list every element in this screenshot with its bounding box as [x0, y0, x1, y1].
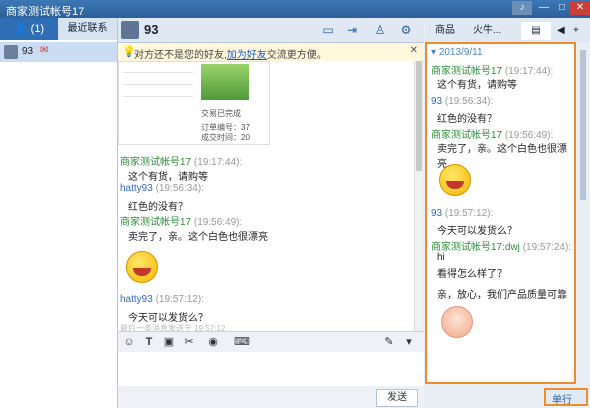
card-line — [123, 84, 193, 85]
scroll-thumb[interactable] — [580, 50, 586, 200]
card-line — [123, 72, 193, 73]
contact-name: 93 — [22, 46, 34, 57]
tab-fire[interactable]: 火牛... — [473, 22, 501, 40]
message-text: 卖完了，亲。这个白色也很漂亮 — [128, 232, 268, 243]
girl-emoticon-icon — [441, 306, 473, 338]
avatar — [4, 45, 18, 59]
image-icon[interactable]: ▣ — [162, 335, 176, 349]
more-icon[interactable]: ▾ — [402, 335, 416, 349]
add-friend-link[interactable]: 加为好友 — [227, 50, 267, 61]
emoticon-icon[interactable]: ☺ — [122, 335, 136, 349]
smile-emoticon-icon — [126, 251, 158, 283]
smile-emoticon-icon — [439, 164, 471, 196]
message-text: 这个有货，请购等 — [128, 172, 208, 183]
contact-tabs: 👤 (1) 最近联系 — [0, 18, 117, 40]
friend-notice: 💡 对方还不是您的好友,加为好友交流更方便。 ✕ — [118, 43, 424, 62]
user-icon: 👤 — [13, 23, 28, 35]
order-card[interactable]: 交易已完成 订单编号：37 成交时间：20 — [118, 61, 270, 145]
video-icon[interactable]: ▭ — [320, 22, 336, 38]
message-sender: hatty93 (19:56:34): — [120, 183, 204, 194]
skin-button[interactable]: ♪ — [512, 1, 532, 15]
card-status: 交易已完成 — [201, 109, 241, 118]
history-date: ▾ 2013/9/11 — [431, 47, 483, 58]
chat-header: 93 ▭ ⇥ ♙ ⚙ — [118, 18, 424, 43]
notice-text: 对方还不是您的好友,加为好友交流更方便。 — [134, 50, 327, 61]
history-scrollbar[interactable] — [578, 42, 588, 384]
history-text: 今天可以发货么？ — [437, 226, 517, 237]
product-image — [201, 64, 249, 100]
history-sender: 商家测试帐号17 (19:17:44): — [431, 66, 554, 77]
history-sender: 商家测试帐号17:dwj (19:57:24): — [431, 242, 572, 253]
message-text: 今天可以发货么？ — [128, 313, 208, 324]
prev-tab-icon[interactable]: ◀ — [557, 22, 565, 40]
flag-icon: ✉ — [40, 45, 49, 56]
minimize-icon[interactable]: — — [534, 1, 554, 15]
message-history-panel: ▾ 2013/9/11 商家测试帐号17 (19:17:44): 这个有货，请购… — [425, 42, 576, 384]
chat-scrollbar[interactable] — [414, 61, 423, 331]
tab-contacts-label: (1) — [30, 23, 45, 35]
window-title: 商家测试帐号17 — [6, 6, 85, 18]
history-text: 看得怎么样了？ — [437, 269, 507, 280]
font-icon[interactable]: T — [142, 335, 156, 349]
send-bar: 发送 — [118, 386, 424, 408]
scroll-thumb[interactable] — [416, 61, 422, 171]
tab-goods[interactable]: 商品 — [435, 22, 455, 40]
chat-history: 交易已完成 订单编号：37 成交时间：20 商家测试帐号17 (19:17:44… — [118, 61, 414, 333]
history-text: 红色的没有？ — [437, 114, 497, 125]
history-sender: 93 (19:56:34): — [431, 96, 494, 107]
single-line-toggle-button[interactable]: 单行 — [544, 388, 588, 406]
chat-record-icon[interactable]: ✎ — [382, 335, 396, 349]
card-line — [123, 96, 193, 97]
settings-icon[interactable]: ⚙ — [398, 22, 414, 38]
history-text: hi — [437, 252, 445, 263]
message-sender: hatty93 (19:57:12): — [120, 294, 204, 305]
message-text: 红色的没有？ — [128, 202, 188, 213]
switch-label: 单行 — [552, 395, 572, 406]
side-tabs: 商品 火牛... ▤ ◀ + — [425, 18, 590, 42]
history-sender: 商家测试帐号17 (19:56:49): — [431, 130, 554, 141]
transfer-icon[interactable]: ⇥ — [344, 22, 360, 38]
members-icon[interactable]: ♙ — [372, 22, 388, 38]
screenshot-icon[interactable]: ✂ — [182, 335, 196, 349]
history-text: 这个有货，请购等 — [437, 80, 517, 91]
title-bar: 商家测试帐号17 ♪ — □ ✕ — [0, 0, 590, 18]
chat-contact-name: 93 — [144, 22, 159, 37]
send-button[interactable]: 发送 — [376, 389, 418, 407]
history-icon[interactable]: ⌨ — [234, 335, 250, 349]
message-sender: 商家测试帐号17 (19:17:44): — [120, 157, 243, 168]
tab-contacts[interactable]: 👤 (1) — [0, 18, 58, 40]
history-sender: 93 (19:57:12): — [431, 208, 494, 219]
shake-icon[interactable]: ◉ — [206, 335, 220, 349]
tab-history-icon[interactable]: ▤ — [521, 22, 551, 40]
contact-avatar[interactable] — [121, 21, 139, 39]
add-tab-icon[interactable]: + — [573, 22, 579, 40]
history-text: 亲，放心，我们产品质量可靠 — [437, 290, 567, 301]
contact-item[interactable]: 93 ✉ — [0, 42, 117, 62]
close-icon[interactable]: ✕ — [570, 1, 590, 15]
tab-recent[interactable]: 最近联系 — [58, 18, 117, 40]
contact-panel: 👤 (1) 最近联系 93 ✉ — [0, 18, 118, 408]
message-sender: 商家测试帐号17 (19:56:49): — [120, 217, 243, 228]
input-toolbar: ☺ T ▣ ✂ ◉ ⌨ ✎ ▾ — [118, 331, 424, 353]
message-input[interactable] — [118, 352, 424, 386]
card-count: 成交时间：20 — [201, 133, 250, 142]
maximize-icon[interactable]: □ — [552, 1, 572, 15]
notice-close-icon[interactable]: ✕ — [410, 45, 418, 56]
